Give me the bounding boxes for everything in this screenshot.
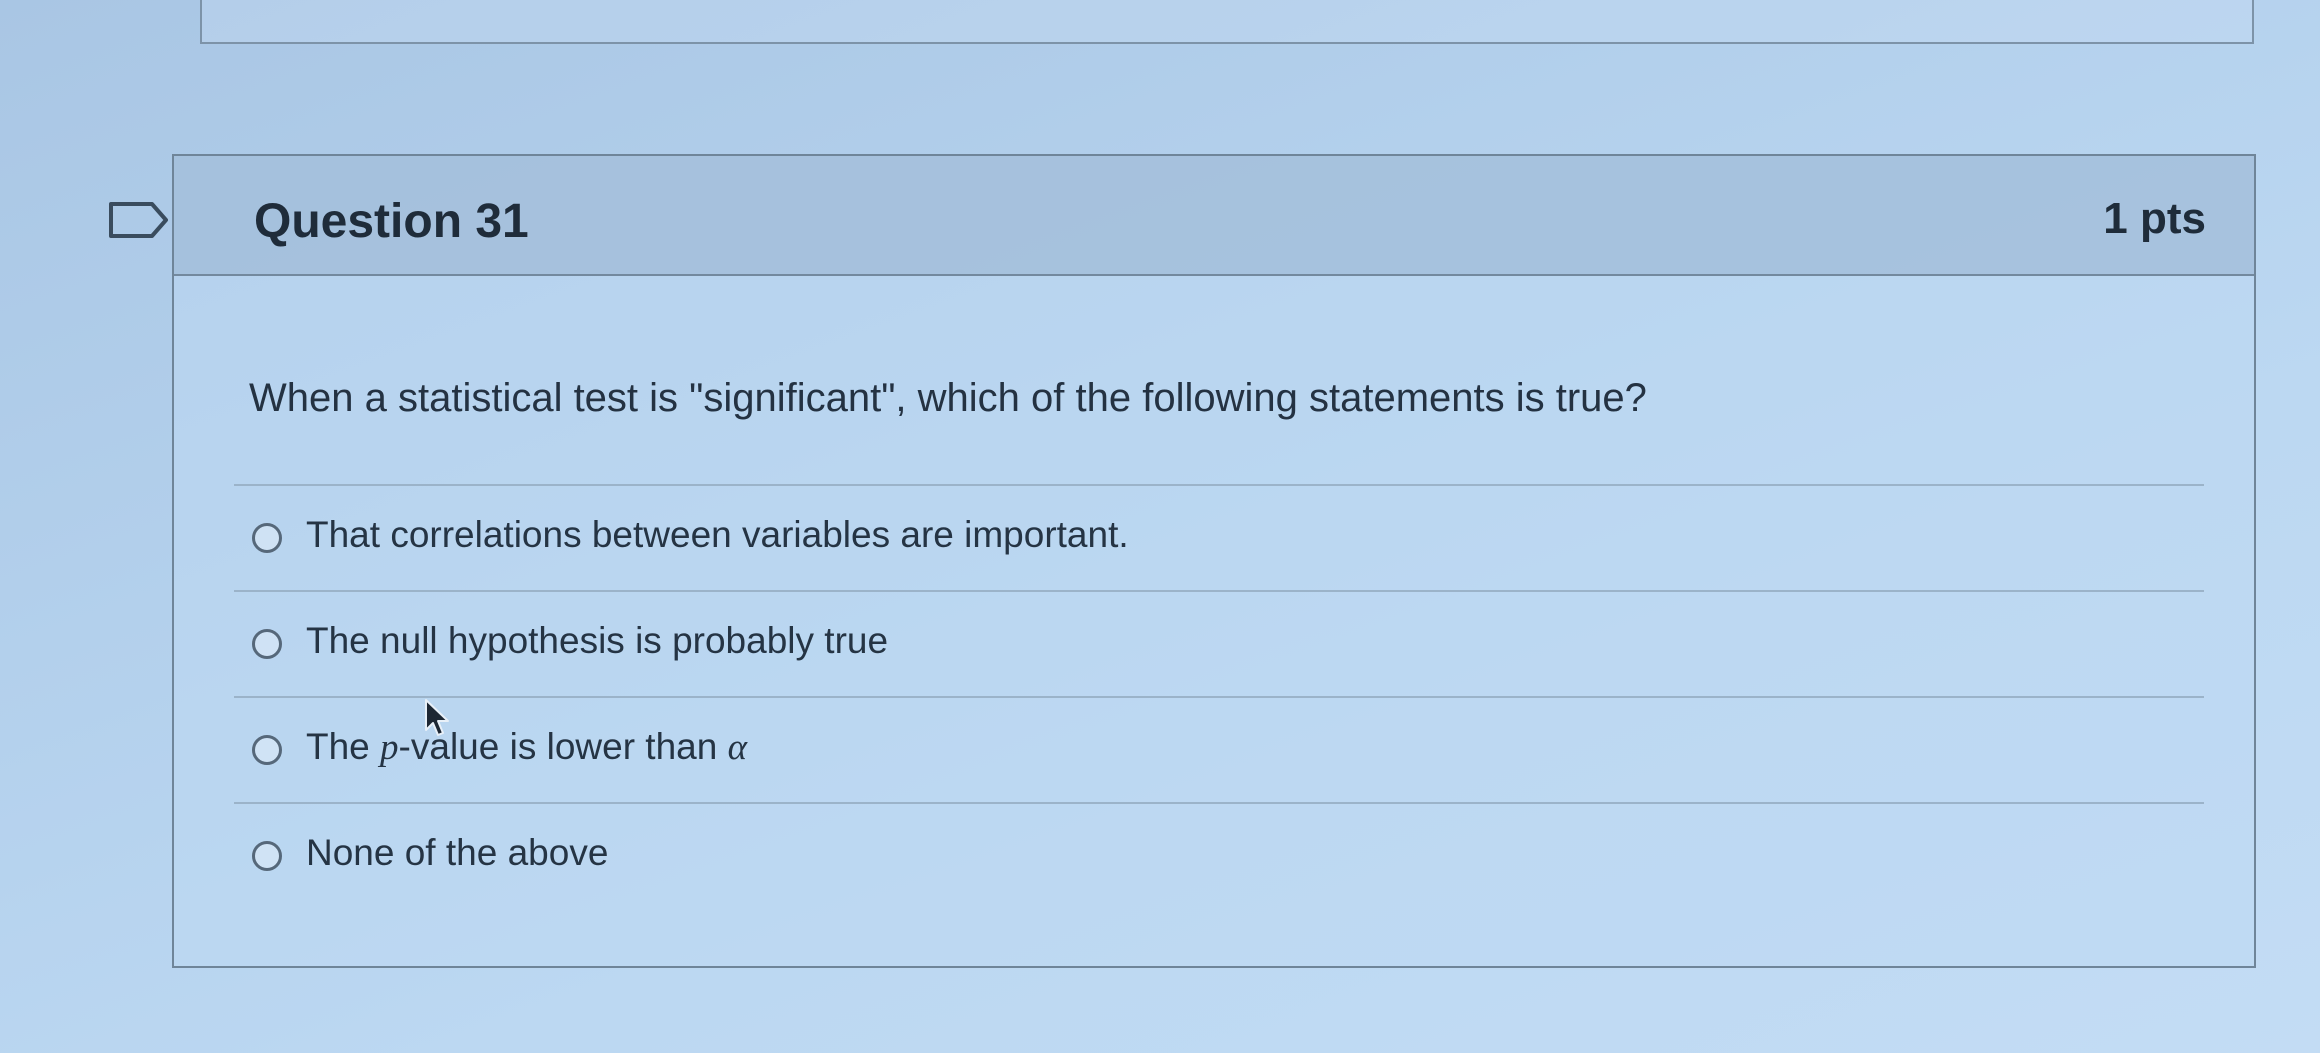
answer-option-4[interactable]: None of the above: [234, 802, 2204, 908]
answer-label[interactable]: The null hypothesis is probably true: [306, 620, 888, 662]
radio-button[interactable]: [252, 735, 282, 765]
question-points: 1 pts: [2103, 194, 2206, 243]
answer-label-prefix: The: [306, 726, 381, 767]
answer-label[interactable]: None of the above: [306, 832, 608, 874]
alpha-symbol: α: [727, 727, 748, 768]
previous-question-card: [200, 0, 2254, 44]
question-text: When a statistical test is "significant"…: [249, 376, 1647, 420]
answer-option-2[interactable]: The null hypothesis is probably true: [234, 590, 2204, 696]
radio-button[interactable]: [252, 841, 282, 871]
question-card: Question 31 1 pts When a statistical tes…: [172, 154, 2256, 968]
p-symbol: p: [380, 727, 399, 768]
question-header: Question 31 1 pts: [174, 156, 2254, 276]
flag-question-icon[interactable]: [108, 201, 170, 239]
radio-button[interactable]: [252, 629, 282, 659]
answer-option-1[interactable]: That correlations between variables are …: [234, 484, 2204, 590]
answer-label[interactable]: The p-value is lower than α: [306, 726, 747, 769]
answer-option-3[interactable]: The p-value is lower than α: [234, 696, 2204, 802]
mouse-cursor-icon: [425, 699, 449, 736]
question-title: Question 31: [254, 195, 529, 248]
answer-list: That correlations between variables are …: [234, 484, 2204, 908]
answer-label[interactable]: That correlations between variables are …: [306, 514, 1129, 556]
radio-button[interactable]: [252, 523, 282, 553]
